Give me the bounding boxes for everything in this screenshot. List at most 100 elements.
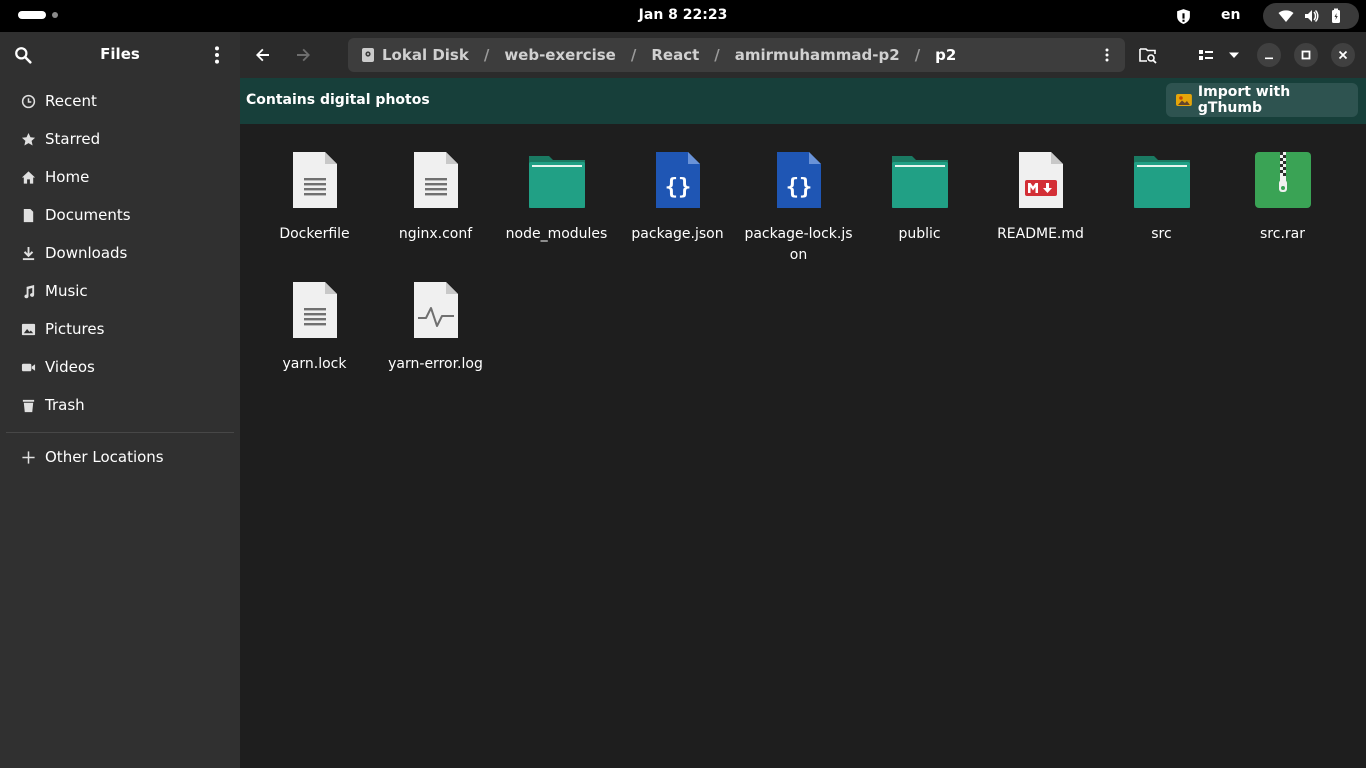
sidebar-divider — [6, 432, 234, 433]
file-item-node-modules[interactable]: node_modules — [496, 152, 617, 245]
document-icon — [20, 207, 36, 223]
file-item-src-rar[interactable]: src.rar — [1222, 152, 1343, 245]
search-folder-button[interactable] — [1137, 44, 1159, 66]
file-item-yarn-lock[interactable]: yarn.lock — [254, 282, 375, 375]
file-item-public[interactable]: public — [859, 152, 980, 245]
sidebar-item-home[interactable]: Home — [0, 158, 240, 196]
sidebar-item-music[interactable]: Music — [0, 272, 240, 310]
plus-icon — [20, 449, 36, 465]
main-menu-icon[interactable] — [208, 45, 226, 65]
minimize-icon — [1265, 57, 1273, 60]
sidebar-item-label: Downloads — [45, 244, 128, 262]
import-button-label: Import with gThumb — [1197, 84, 1291, 116]
music-icon — [20, 283, 36, 299]
file-item-package-lock-json[interactable]: {} package-lock.json — [738, 152, 859, 266]
clock[interactable]: Jan 8 22:23 — [639, 7, 728, 23]
file-name: package.json — [631, 226, 724, 242]
sidebar-item-label: Home — [45, 168, 90, 186]
json-file-icon: {} — [655, 152, 700, 208]
view-options-button[interactable] — [1223, 44, 1245, 66]
file-name: Dockerfile — [279, 226, 350, 242]
sidebar-item-pictures[interactable]: Pictures — [0, 310, 240, 348]
path-menu-icon[interactable] — [1099, 46, 1115, 64]
breadcrumb-web-exercise[interactable]: web-exercise — [504, 46, 616, 64]
sidebar-item-trash[interactable]: Trash — [0, 386, 240, 424]
arrow-right-icon — [297, 48, 310, 62]
json-file-icon: {} — [776, 152, 821, 208]
gthumb-icon — [1176, 94, 1192, 106]
download-icon — [20, 245, 36, 261]
file-name: yarn.lock — [282, 356, 347, 372]
markdown-file-icon — [1018, 152, 1063, 208]
back-button[interactable] — [252, 44, 274, 66]
file-item-readme-md[interactable]: README.md — [980, 152, 1101, 245]
folder-icon — [528, 156, 585, 208]
file-name: node_modules — [505, 226, 608, 242]
other-locations-section: Other Locations — [0, 438, 240, 476]
workspace-indicator — [52, 12, 58, 18]
clock-icon — [20, 93, 36, 109]
folder-icon — [1133, 156, 1190, 208]
breadcrumb-react[interactable]: React — [651, 46, 699, 64]
file-item-src[interactable]: src — [1101, 152, 1222, 245]
workspace-active-indicator — [18, 11, 46, 19]
sidebar-item-documents[interactable]: Documents — [0, 196, 240, 234]
chevron-down-icon — [1229, 52, 1239, 58]
maximize-button[interactable] — [1294, 43, 1318, 67]
wifi-icon — [1278, 10, 1294, 22]
file-item-dockerfile[interactable]: Dockerfile — [254, 152, 375, 245]
sidebar-item-downloads[interactable]: Downloads — [0, 234, 240, 272]
breadcrumb-separator: / — [914, 46, 921, 64]
folder-icon — [891, 156, 948, 208]
close-icon — [1338, 50, 1348, 60]
svg-text:{}: {} — [785, 175, 812, 200]
sidebar-item-label: Recent — [45, 92, 97, 110]
breadcrumb-amirmuhammad-p2[interactable]: amirmuhammad-p2 — [735, 46, 900, 64]
arrow-left-icon — [256, 48, 269, 62]
list-view-icon — [1199, 50, 1213, 60]
import-gthumb-button[interactable]: Import with gThumb — [1166, 83, 1358, 117]
app-title: Files — [100, 45, 140, 63]
file-name: src.rar — [1260, 226, 1305, 242]
sidebar-item-label: Trash — [45, 396, 85, 414]
top-bar: Jan 8 22:23 en — [0, 0, 1366, 32]
minimize-button[interactable] — [1257, 43, 1281, 67]
sidebar-item-videos[interactable]: Videos — [0, 348, 240, 386]
file-name: public — [898, 226, 941, 242]
info-banner: Contains digital photos Import with gThu… — [240, 78, 1366, 124]
trash-icon — [20, 397, 36, 413]
file-item-yarn-error-log[interactable]: yarn-error.log — [375, 282, 496, 375]
system-menu[interactable] — [1263, 3, 1359, 29]
breadcrumb-separator: / — [630, 46, 637, 64]
sidebar-item-label: Other Locations — [45, 448, 164, 466]
file-item-nginx-conf[interactable]: nginx.conf — [375, 152, 496, 245]
maximize-icon — [1301, 50, 1311, 60]
places-list: Recent Starred Home Documents Downloads … — [0, 82, 240, 424]
sidebar-item-label: Videos — [45, 358, 95, 376]
log-file-icon — [413, 282, 458, 338]
sidebar-item-label: Music — [45, 282, 88, 300]
file-name: nginx.conf — [398, 226, 473, 242]
file-item-package-json[interactable]: {} package.json — [617, 152, 738, 245]
video-icon — [20, 359, 36, 375]
breadcrumb-separator: / — [483, 46, 490, 64]
breadcrumb-lokal-disk[interactable]: Lokal Disk — [382, 46, 469, 64]
view-mode-button[interactable] — [1195, 44, 1217, 66]
breadcrumb-p2[interactable]: p2 — [935, 46, 956, 64]
file-name: package-lock.json — [744, 226, 853, 263]
close-button[interactable] — [1331, 43, 1355, 67]
language-indicator[interactable]: en — [1221, 7, 1240, 23]
sidebar-item-other-locations[interactable]: Other Locations — [0, 438, 240, 476]
forward-button[interactable] — [292, 44, 314, 66]
shield-icon[interactable] — [1175, 8, 1192, 25]
header-bar: Lokal Disk / web-exercise / React / amir… — [240, 32, 1366, 78]
file-name: yarn-error.log — [388, 356, 483, 372]
sidebar-item-recent[interactable]: Recent — [0, 82, 240, 120]
activities-indicator[interactable] — [18, 11, 58, 19]
sidebar-item-label: Starred — [45, 130, 101, 148]
sidebar-item-starred[interactable]: Starred — [0, 120, 240, 158]
battery-icon — [1332, 8, 1341, 23]
sidebar-header: Files — [0, 32, 240, 78]
path-bar[interactable]: Lokal Disk / web-exercise / React / amir… — [348, 38, 1125, 72]
text-file-icon — [292, 152, 337, 208]
